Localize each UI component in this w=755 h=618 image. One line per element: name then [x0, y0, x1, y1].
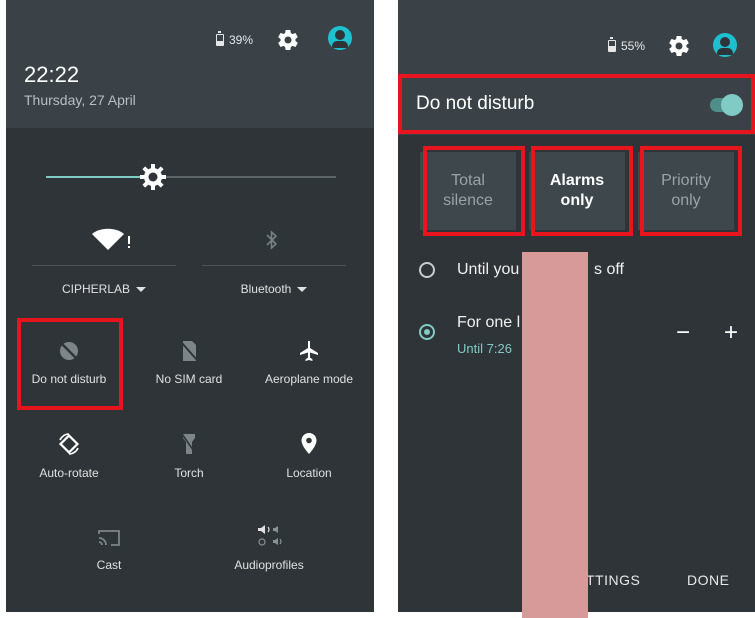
- more-settings-button[interactable]: TTINGS: [586, 572, 640, 588]
- option-for-one-hour: For one l: [457, 314, 521, 331]
- tile-cast[interactable]: Cast: [54, 528, 164, 572]
- chevron-down-icon: [136, 287, 147, 293]
- airplane-icon: [300, 341, 318, 361]
- decrease-time-button[interactable]: −: [676, 319, 690, 347]
- highlight-dnd-title-bar: [398, 74, 755, 134]
- tile-aeroplane-mode[interactable]: Aeroplane mode: [254, 340, 364, 386]
- tile-location[interactable]: Location: [254, 432, 364, 480]
- tile-audioprofiles[interactable]: Audioprofiles: [214, 524, 324, 572]
- date: Thursday, 27 April: [24, 92, 136, 108]
- clock: 22:22: [24, 62, 80, 87]
- quick-settings-panel: 39% 22:22 Thursday, 27 April CIPHERLAB B…: [6, 0, 374, 612]
- settings-gear-icon[interactable]: [276, 28, 300, 52]
- wifi-icon[interactable]: [92, 228, 134, 252]
- increase-time-button[interactable]: +: [724, 319, 738, 347]
- brightness-thumb-icon[interactable]: [138, 162, 168, 192]
- settings-gear-icon[interactable]: [667, 34, 691, 58]
- no-sim-icon: [180, 341, 198, 361]
- tile-torch[interactable]: Torch: [134, 432, 244, 480]
- wifi-network-label[interactable]: CIPHERLAB: [32, 282, 176, 296]
- battery-icon: [608, 37, 616, 52]
- user-avatar-icon[interactable]: [328, 26, 352, 50]
- battery-icon: [216, 31, 224, 46]
- bluetooth-divider: [202, 265, 346, 266]
- tile-no-sim[interactable]: No SIM card: [134, 340, 244, 386]
- torch-icon: [181, 433, 197, 455]
- status-header: [398, 0, 755, 75]
- tile-auto-rotate[interactable]: Auto-rotate: [14, 432, 124, 480]
- bluetooth-label[interactable]: Bluetooth: [202, 282, 346, 296]
- wifi-network-name: CIPHERLAB: [61, 282, 131, 296]
- highlight-priority-only: [640, 146, 742, 236]
- chevron-down-icon: [297, 287, 308, 293]
- user-avatar-icon[interactable]: [713, 33, 737, 57]
- audioprofiles-icon: [258, 525, 282, 546]
- cast-icon: [98, 530, 120, 546]
- auto-rotate-icon: [58, 433, 80, 455]
- option-until-off-left: Until you: [457, 261, 520, 278]
- option-until-off-right: s off: [594, 261, 624, 278]
- radio-until-off[interactable]: [419, 262, 435, 278]
- radio-for-one-hour[interactable]: [419, 324, 435, 340]
- bluetooth-icon[interactable]: [264, 230, 280, 250]
- battery-percent: 55%: [621, 39, 646, 53]
- highlight-alarms-only: [531, 146, 633, 236]
- wifi-divider: [32, 265, 176, 266]
- done-button[interactable]: DONE: [687, 572, 729, 588]
- location-icon: [301, 433, 317, 454]
- battery-percent: 39%: [229, 33, 254, 47]
- option-until-time: Until 7:26: [457, 341, 512, 356]
- highlight-dnd-tile: [17, 318, 123, 410]
- highlight-total-silence: [423, 146, 525, 236]
- bluetooth-name: Bluetooth: [240, 282, 292, 296]
- redaction-block: [522, 252, 588, 618]
